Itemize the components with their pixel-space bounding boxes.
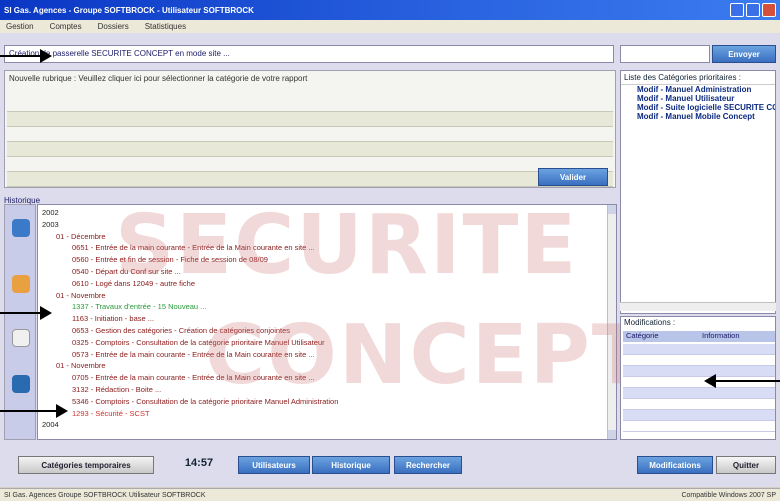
comment-line [7,171,613,187]
book-icon[interactable] [12,375,30,393]
tree-scrollbar[interactable] [607,205,616,439]
tree-row[interactable]: 0651 - Entrée de la main courante - Entr… [38,243,598,253]
grid-row[interactable] [623,421,775,432]
left-toolbar [4,204,36,440]
category-item[interactable]: Modif - Manuel Utilisateur [621,94,775,103]
tree-row[interactable]: 1293 - Sécurité - SCST [38,409,598,419]
grid-row[interactable] [623,355,775,366]
search-line-field[interactable]: Création de passerelle SECURITE CONCEPT … [4,45,614,63]
tree-row[interactable]: 0653 - Gestion des catégories - Création… [38,326,598,336]
abc-icon[interactable] [12,329,30,347]
annotation-arrow-left [704,374,780,388]
annotation-arrow-right [0,306,52,320]
rechercher-button[interactable]: Rechercher [394,456,462,474]
tree-header: Historique [4,196,41,205]
menu-item-comptes[interactable]: Comptes [50,22,82,31]
quitter-button[interactable]: Quitter [716,456,776,474]
utilisateurs-button[interactable]: Utilisateurs [238,456,310,474]
tree-row[interactable]: 1163 - Initiation - base ... [38,314,598,324]
comment-area[interactable]: Nouvelle rubrique : Veuillez cliquer ici… [4,70,616,188]
window-title: SI Gas. Agences - Groupe SOFTBROCK - Uti… [4,5,254,15]
grid-column-header[interactable]: Catégorie [623,331,699,342]
clock: 14:57 [184,457,214,469]
scroll-up-icon[interactable] [608,205,616,214]
globe-icon[interactable] [12,219,30,237]
scroll-down-icon[interactable] [608,430,616,439]
grid-row[interactable] [623,344,775,355]
tree-row[interactable]: 01 - Décembre [38,232,598,242]
maximize-icon[interactable] [746,3,760,17]
comment-line [7,111,613,127]
grid-row[interactable] [623,366,775,377]
comment-prompt: Nouvelle rubrique : Veuillez cliquer ici… [9,74,308,83]
tree-row[interactable]: 01 - Novembre [38,361,598,371]
tree-row[interactable]: 2003 [38,220,598,230]
tree-row[interactable]: 2004 [38,420,598,430]
grid-row[interactable] [623,399,775,410]
close-icon[interactable] [762,3,776,17]
menu-item-gestion[interactable]: Gestion [6,22,34,31]
category-item[interactable]: Modif - Suite logicielle SECURITE CONCEP… [621,103,775,112]
tree-row[interactable]: 0610 - Logé dans 12049 - autre fiche [38,279,598,289]
categories-list: Liste des Catégories prioritaires : Modi… [620,70,776,314]
status-right: Compatible Windows 2007 SP [681,491,776,499]
status-left: SI Gas. Agences Groupe SOFTBROCK Utilisa… [4,491,206,499]
categories-temporaires-button[interactable]: Catégories temporaires [18,456,154,474]
categories-title: Liste des Catégories prioritaires : [621,71,775,85]
grid-column-header[interactable]: Information [699,331,775,342]
envoyer-button[interactable]: Envoyer [712,45,776,63]
status-bar: SI Gas. Agences Groupe SOFTBROCK Utilisa… [0,488,780,501]
tree-row[interactable]: 01 - Novembre [38,291,598,301]
tree-row[interactable]: 3132 - Rédaction - Boite ... [38,385,598,395]
menu-bar: Gestion Comptes Dossiers Statistiques [0,20,780,33]
tree-row[interactable]: 0560 - Entrée et fin de session - Fiche … [38,255,598,265]
tree-row[interactable]: 0540 - Départ du Conf sur site ... [38,267,598,277]
annotation-arrow-right [0,404,68,418]
grid-row[interactable] [623,377,775,388]
category-item[interactable]: Modif - Manuel Administration [621,85,775,94]
menu-item-dossiers[interactable]: Dossiers [98,22,129,31]
tree-row[interactable]: 5346 - Comptoirs - Consultation de la ca… [38,397,598,407]
minimize-icon[interactable] [730,3,744,17]
valider-button[interactable]: Valider [538,168,608,186]
tree-row[interactable]: 0573 - Entrée de la main courante - Entr… [38,350,598,360]
menu-item-statistiques[interactable]: Statistiques [145,22,186,31]
tree-row[interactable]: 2002 [38,208,598,218]
top-right-input[interactable] [620,45,710,63]
comment-line [7,141,613,157]
tree-row[interactable]: 0325 - Comptoirs - Consultation de la ca… [38,338,598,348]
grid-title: Modifications : [624,318,676,327]
categories-hscrollbar[interactable] [620,302,776,311]
grid-row[interactable] [623,388,775,399]
tree-row[interactable]: 0705 - Entrée de la main courante - Entr… [38,373,598,383]
category-item[interactable]: Modif - Manuel Mobile Concept [621,112,775,121]
user-icon[interactable] [12,275,30,293]
grid-row[interactable] [623,410,775,421]
modifications-grid: Modifications : Catégorie Information [620,316,776,440]
historique-button[interactable]: Historique [312,456,390,474]
modifications-button[interactable]: Modifications [637,456,713,474]
grid-header: Catégorie Information [623,331,775,342]
annotation-arrow-right [0,49,52,63]
window-controls [730,3,776,17]
history-tree: 2002 2003 01 - Décembre 0651 - Entrée de la… [37,204,617,440]
tree-row[interactable]: 1337 - Travaux d'entrée - 15 Nouveau ... [38,302,598,312]
window-titlebar: SI Gas. Agences - Groupe SOFTBROCK - Uti… [0,0,780,20]
